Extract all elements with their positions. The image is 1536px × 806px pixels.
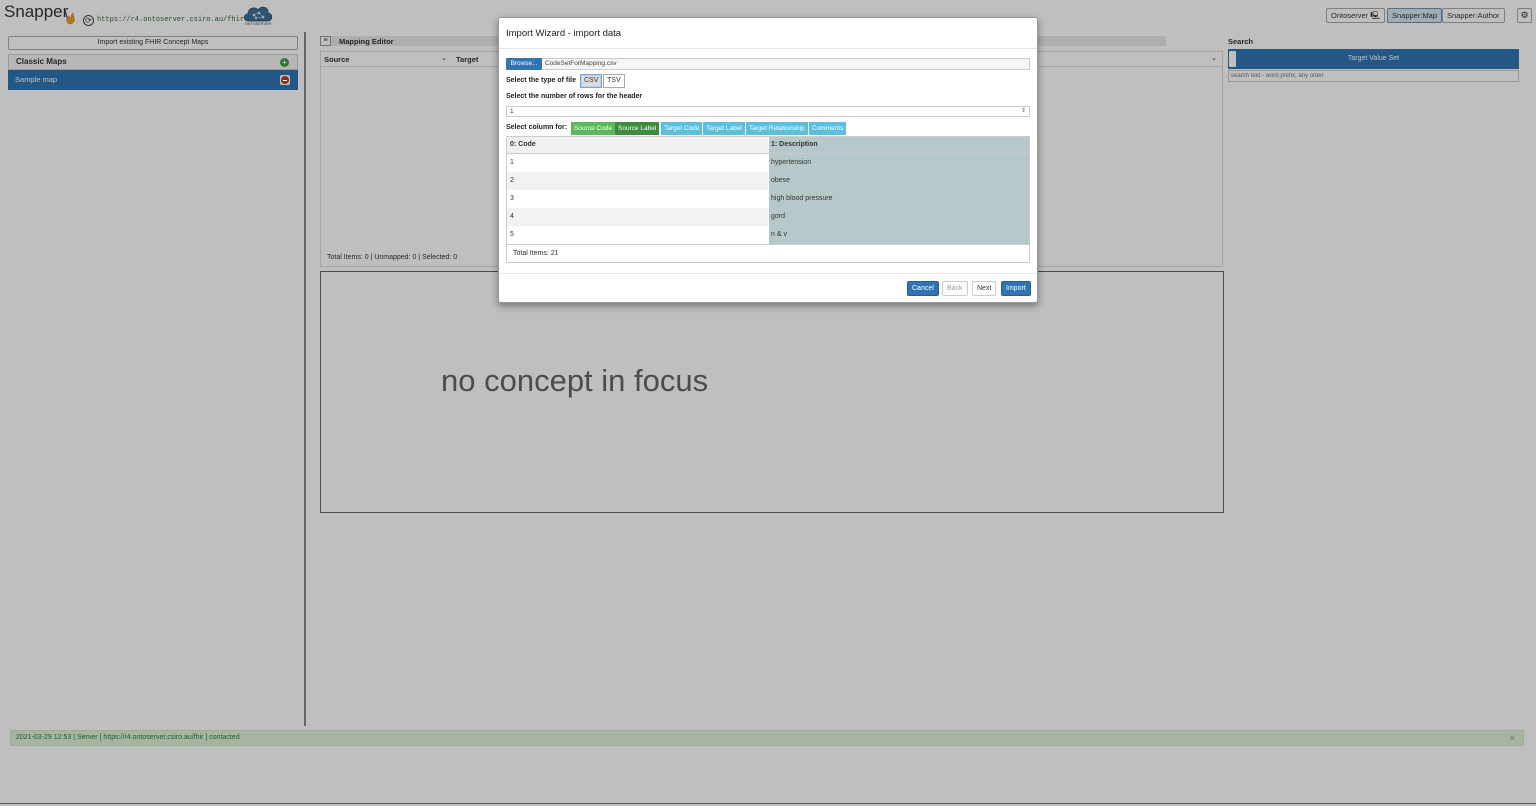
modal-title: Import Wizard - import data bbox=[506, 28, 622, 39]
file-chooser[interactable]: Browse... CodeSetForMapping.csv bbox=[506, 58, 1030, 70]
code-cell: 4 bbox=[510, 213, 514, 220]
target-label-tag[interactable]: Target Label bbox=[703, 122, 745, 135]
table-row: 2 obese bbox=[507, 172, 1029, 190]
description-cell: obese bbox=[771, 177, 791, 184]
divider bbox=[499, 48, 1037, 49]
description-cell: hypertension bbox=[771, 159, 812, 166]
tsv-toggle[interactable]: TSV bbox=[603, 74, 625, 88]
description-cell: n & v bbox=[771, 231, 787, 238]
browse-button[interactable]: Browse... bbox=[506, 58, 542, 70]
column-header-code[interactable]: 0: Code bbox=[510, 141, 536, 148]
column-header-description[interactable]: 1: Description bbox=[771, 141, 818, 148]
cancel-button[interactable]: Cancel bbox=[907, 281, 939, 296]
header-rows-label: Select the number of rows for the header bbox=[506, 93, 643, 100]
selected-column-cell bbox=[768, 208, 1029, 226]
column-select-label: Select column for: bbox=[506, 124, 568, 131]
header-rows-value: 1 bbox=[510, 108, 514, 115]
table-row: 4 gord bbox=[507, 208, 1029, 226]
grid-total-items: Total Items: 21 bbox=[513, 250, 559, 257]
comments-tag[interactable]: Comments bbox=[809, 122, 847, 135]
code-cell: 2 bbox=[510, 177, 514, 184]
header-rows-stepper[interactable]: 1 ⇕ bbox=[506, 106, 1030, 117]
target-relationship-tag[interactable]: Target Relationship bbox=[746, 122, 808, 135]
grid-footer: Total Items: 21 bbox=[507, 244, 1029, 262]
selected-column-cell bbox=[768, 226, 1029, 244]
description-cell: high blood pressure bbox=[771, 195, 833, 202]
stepper-arrows-icon[interactable]: ⇕ bbox=[1021, 107, 1026, 116]
code-cell: 1 bbox=[510, 159, 514, 166]
code-cell: 5 bbox=[510, 231, 514, 238]
csv-toggle[interactable]: CSV bbox=[580, 74, 603, 88]
table-row: 1 hypertension bbox=[507, 154, 1029, 172]
import-wizard-modal: Import Wizard - import data Browse... Co… bbox=[498, 17, 1038, 303]
table-row: 5 n & v bbox=[507, 226, 1029, 244]
preview-grid: 0: Code 1: Description 1 hypertension 2 … bbox=[506, 136, 1030, 263]
source-code-tag[interactable]: Source Code bbox=[571, 122, 615, 135]
divider bbox=[499, 273, 1037, 274]
source-label-tag[interactable]: Source Label bbox=[615, 122, 660, 135]
file-name: CodeSetForMapping.csv bbox=[545, 60, 617, 67]
table-row: 3 high blood pressure bbox=[507, 190, 1029, 208]
file-type-label: Select the type of file bbox=[506, 77, 577, 84]
target-code-tag[interactable]: Target Code bbox=[661, 122, 703, 135]
code-cell: 3 bbox=[510, 195, 514, 202]
grid-header: 0: Code 1: Description bbox=[507, 137, 1029, 154]
back-button[interactable]: Back bbox=[942, 281, 968, 296]
next-button[interactable]: Next bbox=[972, 281, 997, 296]
selected-column-cell bbox=[768, 172, 1029, 190]
import-button[interactable]: Import bbox=[1001, 281, 1031, 296]
description-cell: gord bbox=[771, 213, 786, 220]
